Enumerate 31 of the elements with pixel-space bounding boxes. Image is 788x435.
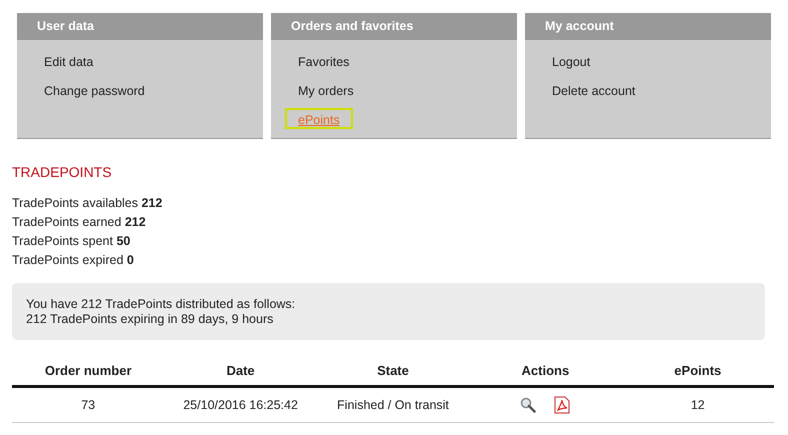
card-title: Orders and favorites <box>271 13 517 40</box>
menu-link[interactable]: Logout <box>539 50 604 71</box>
stat-value: 50 <box>116 234 130 248</box>
stat-value: 212 <box>141 196 162 210</box>
stat-label: TradePoints expired <box>12 253 124 267</box>
stat-value: 212 <box>124 215 146 229</box>
notice-text: You have 212 TradePoints distributed as follows: <box>26 297 296 312</box>
stat-value: 0 <box>126 253 134 267</box>
menu-link[interactable]: Favorites <box>285 50 362 71</box>
menu-link[interactable]: Edit data <box>31 50 106 71</box>
section-title: TRADEPOINTS <box>12 164 113 180</box>
column-header: State <box>316 355 470 386</box>
menu-link[interactable]: My orders <box>285 79 367 100</box>
notice-text: 212 TradePoints expiring in 89 days, 9 hours <box>26 312 274 327</box>
menu-link[interactable]: Change password <box>31 79 158 100</box>
card-title: My account <box>525 13 771 40</box>
column-header: ePoints <box>622 355 774 386</box>
card-title: User data <box>17 13 263 40</box>
pdf-file-icon <box>554 396 570 414</box>
stat-label: TradePoints spent <box>12 234 113 248</box>
stat-label: TradePoints availables <box>12 196 138 210</box>
table-cell: 73 <box>81 398 96 412</box>
column-header: Date <box>164 355 317 386</box>
table-cell: 25/10/2016 16:25:42 <box>183 398 298 412</box>
table-cell: 12 <box>690 398 705 412</box>
stat-label: TradePoints earned <box>12 215 122 229</box>
column-header: Order number <box>12 355 164 386</box>
search-icon <box>520 397 536 413</box>
table-cell: Finished / On transit <box>337 398 449 412</box>
column-header: Actions <box>469 355 622 386</box>
menu-link[interactable]: Delete account <box>539 79 648 100</box>
